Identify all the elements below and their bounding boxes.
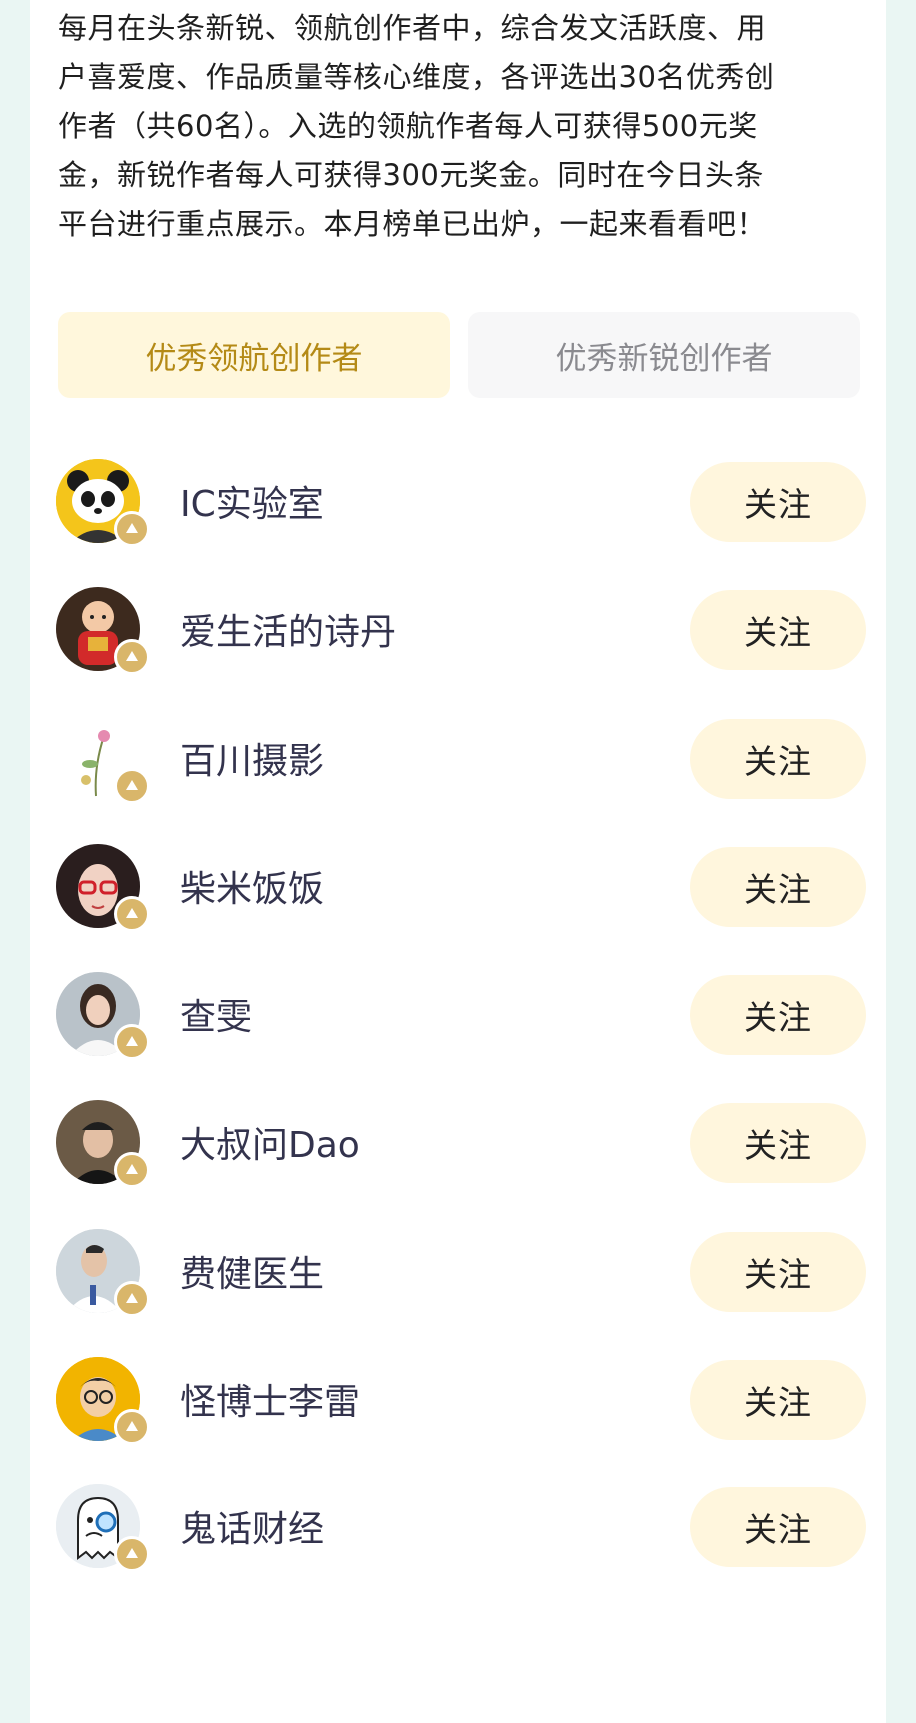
creator-row[interactable]: 百川摄影 关注 (30, 712, 886, 804)
creator-name[interactable]: 百川摄影 (180, 732, 324, 784)
creator-row[interactable]: 鬼话财经 关注 (30, 1480, 886, 1572)
creator-row[interactable]: 柴米饭饭 关注 (30, 840, 886, 932)
intro-line: 平台进行重点展示。本月榜单已出炉，一起来看看吧！ (58, 207, 767, 241)
creator-name[interactable]: 鬼话财经 (180, 1500, 324, 1552)
verified-badge-icon (114, 1536, 150, 1572)
creator-name[interactable]: 大叔问Dao (180, 1116, 360, 1168)
creator-name[interactable]: 怪博士李雷 (180, 1373, 360, 1425)
creator-name[interactable]: IC实验室 (180, 475, 324, 527)
category-tabs: 优秀领航创作者 优秀新锐创作者 (58, 312, 860, 398)
verified-badge-icon (114, 639, 150, 675)
intro-line: 作者（共60名）。入选的领航作者每人可获得500元奖 (58, 109, 758, 143)
creator-row[interactable]: 查雯 关注 (30, 968, 886, 1060)
creator-row[interactable]: IC实验室 关注 (30, 455, 886, 547)
follow-button[interactable]: 关注 (690, 1232, 866, 1312)
tab-navigator-creators[interactable]: 优秀领航创作者 (58, 312, 450, 398)
follow-button[interactable]: 关注 (690, 719, 866, 799)
verified-badge-icon (114, 768, 150, 804)
intro-line: 每月在头条新锐、领航创作者中，综合发文活跃度、用 (58, 11, 767, 45)
follow-button[interactable]: 关注 (690, 1103, 866, 1183)
follow-button[interactable]: 关注 (690, 847, 866, 927)
follow-button[interactable]: 关注 (690, 462, 866, 542)
verified-badge-icon (114, 1409, 150, 1445)
follow-button[interactable]: 关注 (690, 590, 866, 670)
creator-row[interactable]: 费健医生 关注 (30, 1225, 886, 1317)
verified-badge-icon (114, 896, 150, 932)
intro-line: 户喜爱度、作品质量等核心维度，各评选出30名优秀创 (58, 60, 775, 94)
creator-row[interactable]: 大叔问Dao 关注 (30, 1096, 886, 1188)
creator-row[interactable]: 怪博士李雷 关注 (30, 1353, 886, 1445)
follow-button[interactable]: 关注 (690, 1360, 866, 1440)
intro-line: 金，新锐作者每人可获得300元奖金。同时在今日头条 (58, 158, 764, 192)
creator-row[interactable]: 爱生活的诗丹 关注 (30, 583, 886, 675)
verified-badge-icon (114, 1024, 150, 1060)
creator-name[interactable]: 查雯 (180, 988, 252, 1040)
creator-name[interactable]: 柴米饭饭 (180, 860, 324, 912)
tab-newcomer-creators[interactable]: 优秀新锐创作者 (468, 312, 860, 398)
verified-badge-icon (114, 511, 150, 547)
verified-badge-icon (114, 1152, 150, 1188)
follow-button[interactable]: 关注 (690, 975, 866, 1055)
creator-name[interactable]: 爱生活的诗丹 (180, 603, 396, 655)
intro-text: 每月在头条新锐、领航创作者中，综合发文活跃度、用 户喜爱度、作品质量等核心维度，… (58, 4, 858, 249)
creator-name[interactable]: 费健医生 (180, 1245, 324, 1297)
follow-button[interactable]: 关注 (690, 1487, 866, 1567)
content-card: 每月在头条新锐、领航创作者中，综合发文活跃度、用 户喜爱度、作品质量等核心维度，… (30, 0, 886, 1723)
verified-badge-icon (114, 1281, 150, 1317)
